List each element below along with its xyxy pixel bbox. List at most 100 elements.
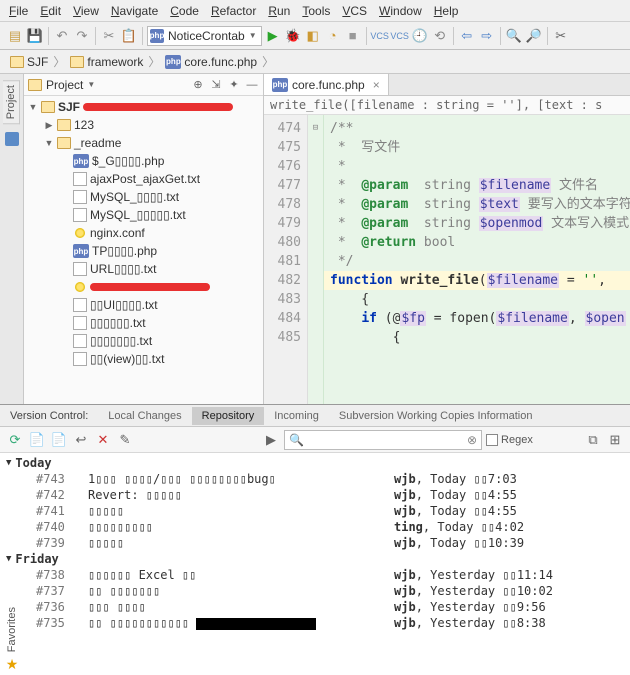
vcs-search-input[interactable] (308, 433, 463, 447)
menu-tools[interactable]: Tools (297, 3, 335, 19)
gear-icon[interactable]: ✦ (227, 78, 241, 92)
chevron-down-icon[interactable]: ▼ (87, 80, 95, 89)
regex-checkbox[interactable]: Regex (486, 434, 533, 446)
structure-toolwindow-tab[interactable] (5, 132, 19, 146)
tree-node[interactable]: ▶123 (24, 116, 263, 134)
tree-node[interactable]: ajaxPost_ajaxGet.txt (24, 170, 263, 188)
drilldown-icon[interactable]: 📄 (50, 431, 68, 449)
vcs-tab[interactable]: Incoming (264, 407, 329, 425)
settings-icon[interactable]: ✂ (552, 27, 570, 45)
chevron-down-icon: ▼ (249, 31, 257, 40)
revert-icon[interactable]: ↩ (72, 431, 90, 449)
menu-edit[interactable]: Edit (35, 3, 66, 19)
project-panel-header: Project ▼ ⊕ ⇲ ✦ ― (24, 74, 263, 96)
tree-node[interactable]: MySQL_▯▯▯▯▯.txt (24, 206, 263, 224)
debug-icon[interactable]: 🐞 (284, 27, 302, 45)
tree-node[interactable]: ▯▯▯▯▯▯.txt (24, 314, 263, 332)
menu-refactor[interactable]: Refactor (206, 3, 261, 19)
diff-icon[interactable]: 📄 (28, 431, 46, 449)
redo-icon[interactable]: ↷ (73, 27, 91, 45)
code-area[interactable]: 474475476477478479480481482483484485 ⊟ /… (264, 115, 630, 404)
expand-icon[interactable]: ⊞ (606, 431, 624, 449)
text-file-icon (73, 352, 87, 366)
stop-icon[interactable]: ■ (344, 27, 362, 45)
undo-icon[interactable]: ↶ (53, 27, 71, 45)
hide-icon[interactable]: ― (245, 78, 259, 92)
menu-view[interactable]: View (68, 3, 104, 19)
vcs-revert-icon[interactable]: ⟲ (431, 27, 449, 45)
star-icon: ★ (6, 656, 19, 673)
project-tree[interactable]: ▼SJF ▶123▼_readmephp$_G▯▯▯▯.phpajaxPost_… (24, 96, 263, 404)
vcs-commit-icon[interactable]: VCS (391, 27, 409, 45)
paste-icon[interactable]: 📋 (120, 27, 138, 45)
vcs-commit-row[interactable]: #739▯▯▯▯▯wjb, Today ▯▯10:39 (0, 535, 630, 551)
run-icon[interactable]: ▶ (264, 27, 282, 45)
crumb-file[interactable]: phpcore.func.php (161, 55, 261, 69)
forward-icon[interactable]: ⇨ (478, 27, 496, 45)
menu-vcs[interactable]: VCS (337, 3, 372, 19)
tree-node[interactable]: ▯▯(view)▯▯.txt (24, 350, 263, 368)
tree-node[interactable]: ▼_readme (24, 134, 263, 152)
tree-node[interactable]: ▯▯▯▯▯▯▯.txt (24, 332, 263, 350)
open-icon[interactable]: ▤ (6, 27, 24, 45)
filter-icon[interactable]: ▶ (262, 431, 280, 449)
tree-node[interactable]: php$_G▯▯▯▯.php (24, 152, 263, 170)
vcs-commit-row[interactable]: #741▯▯▯▯▯wjb, Today ▯▯4:55 (0, 503, 630, 519)
search2-icon[interactable]: 🔎 (525, 27, 543, 45)
edit-icon[interactable]: ✎ (116, 431, 134, 449)
close-icon[interactable]: × (373, 78, 380, 92)
locate-icon[interactable]: ⊕ (191, 78, 205, 92)
vcs-date-group[interactable]: ▼ Today (0, 455, 630, 471)
vcs-history-icon[interactable]: 🕘 (411, 27, 429, 45)
tree-node[interactable]: phpTP▯▯▯▯.php (24, 242, 263, 260)
run-config-label: NoticeCrontab (168, 29, 245, 43)
coverage-icon[interactable]: ◧ (304, 27, 322, 45)
vcs-tab[interactable]: Repository (192, 407, 265, 425)
collapse-icon[interactable]: ⇲ (209, 78, 223, 92)
search-icon[interactable]: 🔍 (505, 27, 523, 45)
vcs-tab[interactable]: Subversion Working Copies Information (329, 407, 543, 425)
crumb-root[interactable]: SJF (6, 55, 52, 69)
tree-node[interactable]: nginx.conf (24, 224, 263, 242)
fold-gutter[interactable]: ⊟ (308, 115, 324, 404)
run-config-dropdown[interactable]: php NoticeCrontab ▼ (147, 26, 262, 46)
vcs-commit-row[interactable]: #738▯▯▯▯▯▯ Excel ▯▯wjb, Yesterday ▯▯11:1… (0, 567, 630, 583)
vcs-tab[interactable]: Local Changes (98, 407, 191, 425)
vcs-commit-row[interactable]: #736▯▯▯ ▯▯▯▯wjb, Yesterday ▯▯9:56 (0, 599, 630, 615)
vcs-commit-row[interactable]: #737▯▯ ▯▯▯▯▯▯▯wjb, Yesterday ▯▯10:02 (0, 583, 630, 599)
vcs-commit-row[interactable]: #742Revert: ▯▯▯▯▯wjb, Today ▯▯4:55 (0, 487, 630, 503)
tree-node[interactable]: ▯▯UI▯▯▯▯.txt (24, 296, 263, 314)
save-icon[interactable]: 💾 (26, 27, 44, 45)
vcs-date-group[interactable]: ▼ Friday (0, 551, 630, 567)
project-toolwindow-tab[interactable]: Project (3, 80, 20, 124)
editor-tab-row: php core.func.php × (264, 74, 630, 96)
tree-node[interactable]: URL▯▯▯▯.txt (24, 260, 263, 278)
menu-help[interactable]: Help (429, 3, 464, 19)
tree-node[interactable]: ▼SJF (24, 98, 263, 116)
delete-icon[interactable]: ✕ (94, 431, 112, 449)
code-lines[interactable]: /** * 写文件 * * @param string $filename 文件… (324, 115, 630, 404)
tree-node[interactable]: MySQL_▯▯▯▯.txt (24, 188, 263, 206)
menu-code[interactable]: Code (165, 3, 204, 19)
vcs-search[interactable]: 🔍 ⊗ (284, 430, 482, 450)
vcs-commit-row[interactable]: #7431▯▯▯ ▯▯▯▯/▯▯▯ ▯▯▯▯▯▯▯▯bug▯wjb, Today… (0, 471, 630, 487)
folder-icon (57, 119, 71, 131)
clear-icon[interactable]: ⊗ (467, 433, 477, 447)
back-icon[interactable]: ⇦ (458, 27, 476, 45)
editor-tab[interactable]: php core.func.php × (264, 74, 389, 95)
vcs-commit-list[interactable]: ▼ Today#7431▯▯▯ ▯▯▯▯/▯▯▯ ▯▯▯▯▯▯▯▯bug▯wjb… (0, 453, 630, 675)
menu-navigate[interactable]: Navigate (106, 3, 163, 19)
tree-node[interactable] (24, 278, 263, 296)
menu-run[interactable]: Run (263, 3, 295, 19)
crumb-mid[interactable]: framework (66, 55, 147, 69)
vcs-update-icon[interactable]: VCS (371, 27, 389, 45)
vcs-commit-row[interactable]: #740▯▯▯▯▯▯▯▯▯ting, Today ▯▯4:02 (0, 519, 630, 535)
menu-file[interactable]: File (4, 3, 33, 19)
refresh-icon[interactable]: ⟳ (6, 431, 24, 449)
cut-icon[interactable]: ✂ (100, 27, 118, 45)
group-icon[interactable]: ⧉ (584, 431, 602, 449)
menu-window[interactable]: Window (374, 3, 427, 19)
vcs-commit-row[interactable]: #735▯▯ ▯▯▯▯▯▯▯▯▯▯▯ wjb, Yesterday ▯▯8:38 (0, 615, 630, 631)
profile-icon[interactable]: ◔ (324, 27, 342, 45)
favorites-toolwindow-tab[interactable]: Favorites ★ (0, 593, 24, 673)
